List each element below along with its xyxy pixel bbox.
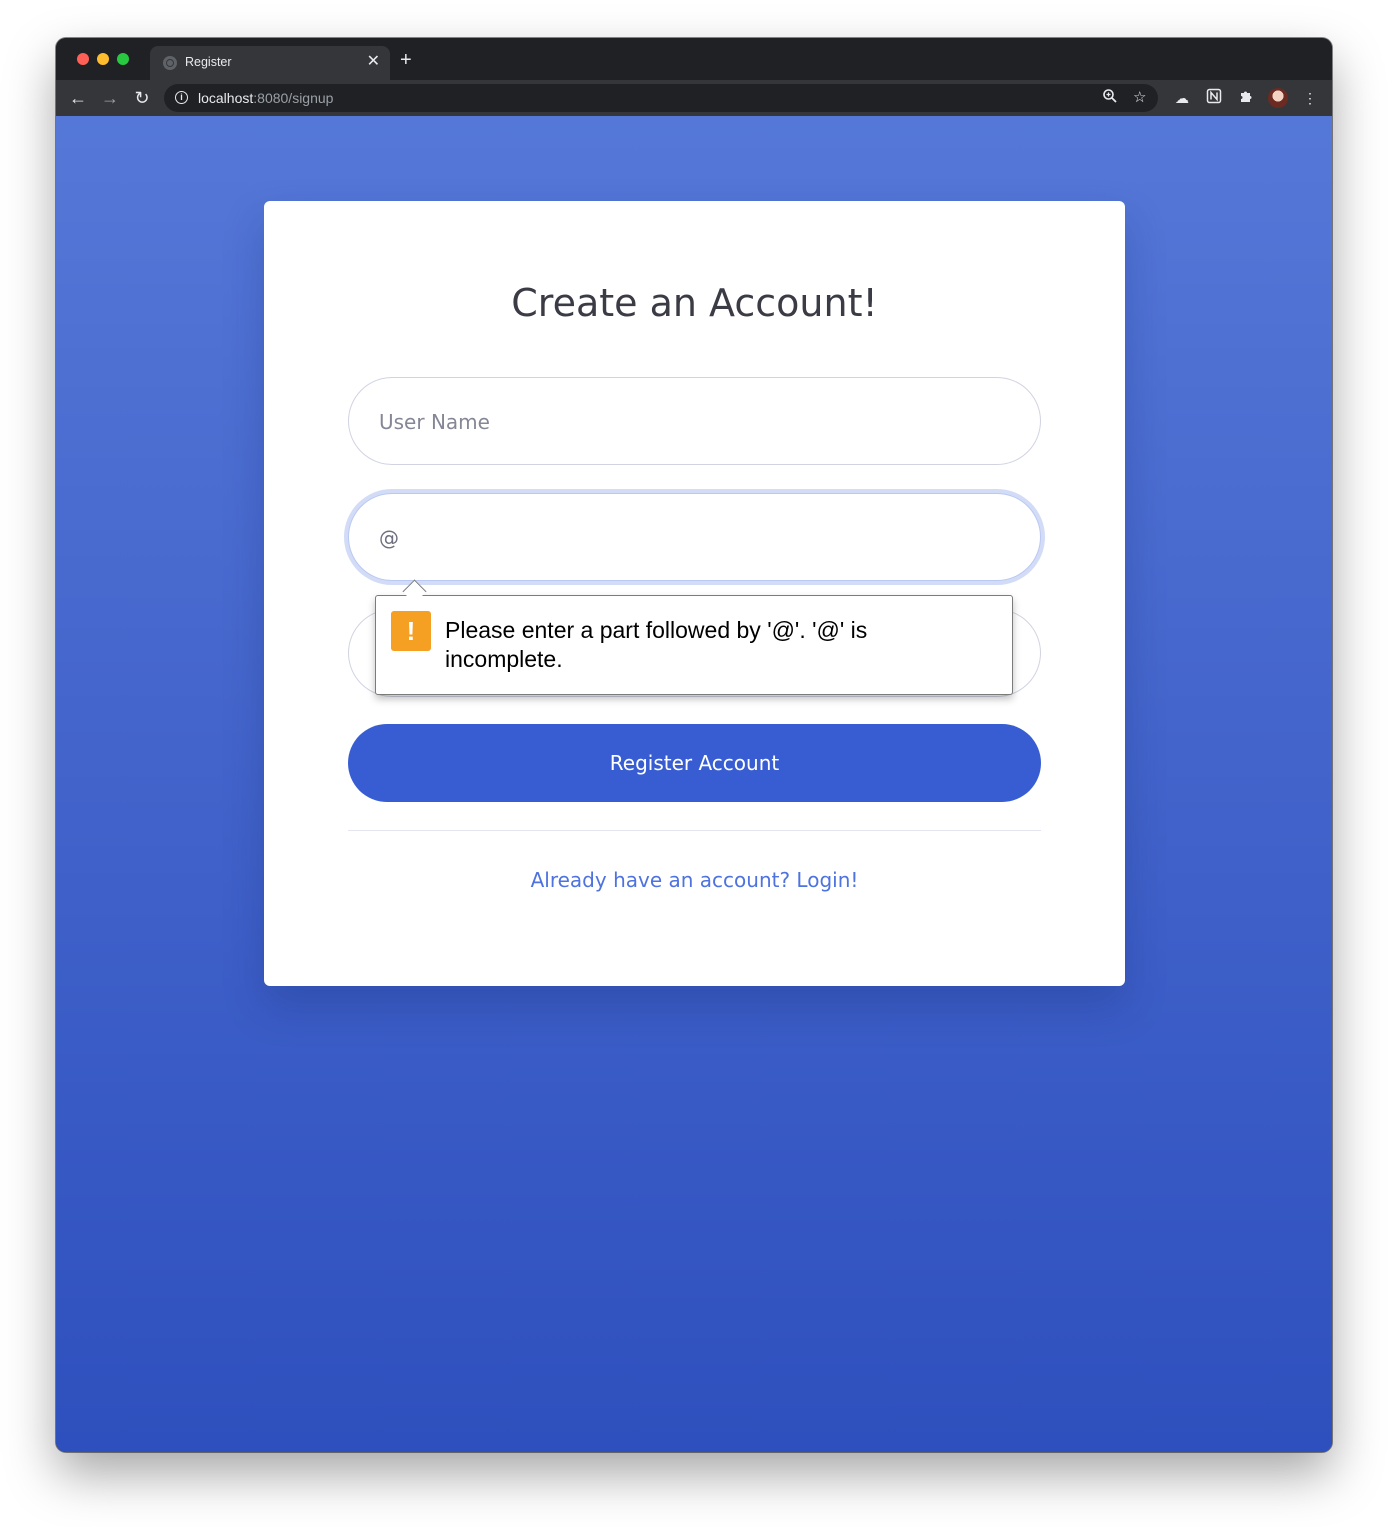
page-title: Create an Account! <box>511 281 878 325</box>
new-tab-button[interactable]: + <box>400 50 412 70</box>
validation-tooltip: ! Please enter a part followed by '@'. '… <box>375 595 1013 695</box>
register-card: Create an Account! ! Please enter a part… <box>264 201 1125 986</box>
globe-icon <box>163 56 177 70</box>
star-icon[interactable]: ☆ <box>1133 88 1146 108</box>
url-host: localhost <box>198 90 254 106</box>
close-window-button[interactable] <box>77 53 89 65</box>
address-bar[interactable]: i localhost:8080/signup ☆ <box>164 84 1158 112</box>
username-input[interactable] <box>377 378 1021 466</box>
back-arrow-icon[interactable]: ← <box>66 86 90 110</box>
divider <box>348 830 1041 831</box>
email-field[interactable] <box>348 493 1041 582</box>
tab-title: Register <box>185 55 232 69</box>
maximize-window-button[interactable] <box>117 53 129 65</box>
puzzle-extensions-icon[interactable] <box>1236 88 1256 108</box>
more-vert-icon[interactable]: ⋮ <box>1300 88 1320 108</box>
email-input[interactable] <box>377 494 1021 582</box>
minimize-window-button[interactable] <box>97 53 109 65</box>
browser-toolbar: ← → ↻ i localhost:8080/signup ☆ ☁ ⋮ <box>56 80 1332 116</box>
info-icon[interactable]: i <box>175 91 188 104</box>
tab-register[interactable]: Register ✕ <box>150 46 390 80</box>
login-link[interactable]: Already have an account? Login! <box>264 868 1125 892</box>
cloud-extension-icon[interactable]: ☁ <box>1172 88 1192 108</box>
profile-avatar[interactable] <box>1268 88 1288 108</box>
forward-arrow-icon[interactable]: → <box>98 86 122 110</box>
register-account-button[interactable]: Register Account <box>348 724 1041 802</box>
close-tab-icon[interactable]: ✕ <box>367 52 380 72</box>
tab-strip: Register ✕ + <box>56 38 1332 80</box>
url-text[interactable]: localhost:8080/signup <box>198 90 333 106</box>
username-field[interactable] <box>348 377 1041 466</box>
zoom-icon[interactable] <box>1102 88 1118 110</box>
reload-icon[interactable]: ↻ <box>130 86 154 110</box>
warning-icon: ! <box>391 611 431 651</box>
browser-window: Register ✕ + ← → ↻ i localhost:8080/sign… <box>56 38 1332 1452</box>
url-path: :8080/signup <box>253 90 334 106</box>
notion-extension-icon[interactable] <box>1204 88 1224 108</box>
page-viewport: Create an Account! ! Please enter a part… <box>56 116 1332 1452</box>
validation-message: Please enter a part followed by '@'. '@'… <box>445 617 868 672</box>
